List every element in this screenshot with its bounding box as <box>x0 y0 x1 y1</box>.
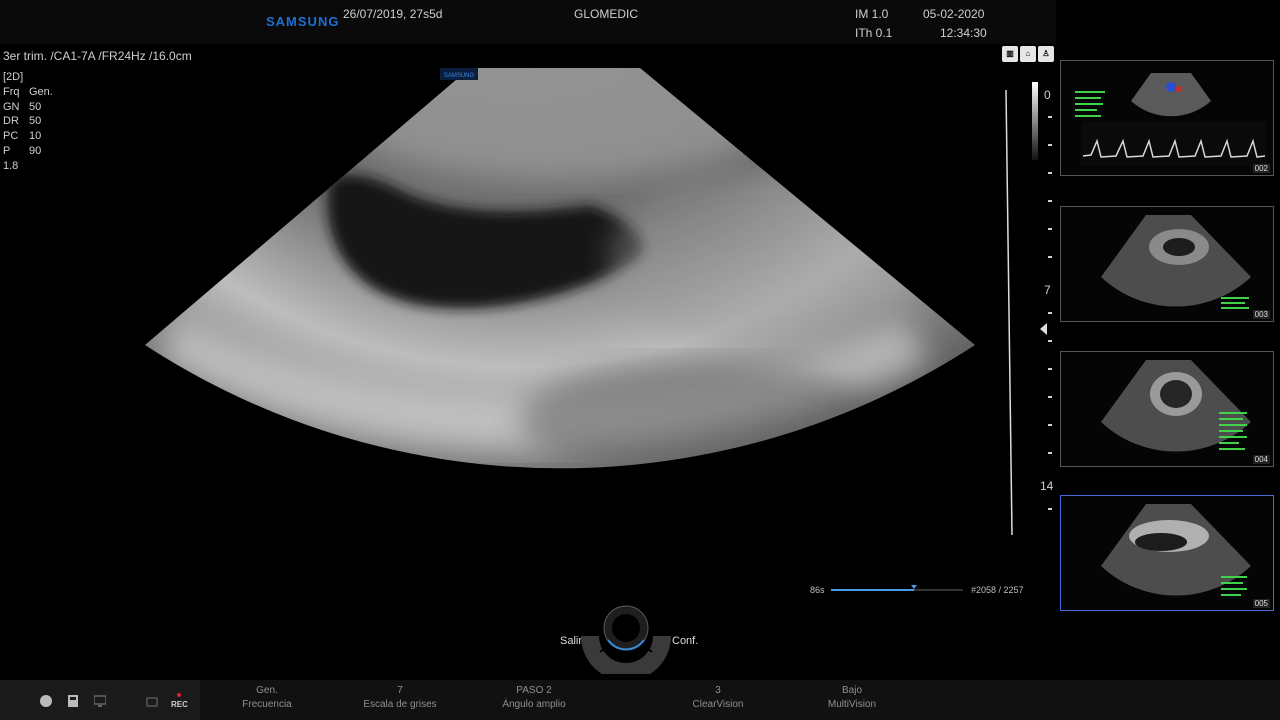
brand-logo: SAMSUNG <box>266 14 340 29</box>
scan-icon[interactable]: ⌂ <box>1020 46 1036 62</box>
patient-info: 26/07/2019, 27s5d <box>343 7 443 21</box>
thumbnail-003[interactable]: 003 <box>1060 206 1274 322</box>
trackball-icon[interactable] <box>580 600 672 674</box>
param-row: Frq Gen. <box>3 85 53 98</box>
rec-indicator-icon <box>177 693 181 697</box>
thermal-index: ITh 0.1 <box>855 26 893 40</box>
cine-slider-handle[interactable] <box>911 585 918 589</box>
exam-time: 12:34:30 <box>940 26 987 40</box>
record-circle-icon[interactable] <box>40 695 52 707</box>
softkey-wide-angle[interactable]: PASO 2 Ángulo amplio <box>474 684 594 712</box>
thumbnail-002[interactable]: 002 <box>1060 60 1274 176</box>
depth-label-0: 0 <box>1044 88 1051 102</box>
thumbnail-005[interactable]: 005 <box>1060 495 1274 611</box>
hospital-name: GLOMEDIC <box>574 7 639 21</box>
bmode-thumbnail-image <box>1101 215 1251 309</box>
cine-frame-counter: #2058 / 2257 <box>971 585 1024 595</box>
softkey-frequency[interactable]: Gen. Frecuencia <box>207 684 327 712</box>
doppler-thumbnail-image <box>1075 73 1266 166</box>
param-row: GN 50 <box>3 100 42 113</box>
cine-time: 86s <box>810 585 825 595</box>
probe-preset-line: 3er trim. /CA1-7A /FR24Hz /16.0cm <box>3 49 192 63</box>
param-row: [2D] <box>3 71 24 83</box>
bmode-thumbnail-image <box>1101 504 1251 596</box>
probe-logo: SAMSUNG <box>444 73 475 79</box>
ultrasound-image: SAMSUNG <box>145 68 1052 536</box>
imaging-parameters: [2D] Frq Gen. GN 50 DR 50 PC 10 P 90 1.8 <box>3 70 53 174</box>
softkey-clearvision[interactable]: 3 ClearVision <box>658 684 778 712</box>
thumbnail-label: 005 <box>1252 599 1270 608</box>
depth-label-14: 14 <box>1040 479 1054 493</box>
softkey-multivision[interactable]: Bajo MultiVision <box>792 684 912 712</box>
cine-slider-fill <box>831 589 915 591</box>
exam-date: 05-02-2020 <box>923 7 985 21</box>
network-icon[interactable] <box>146 695 158 707</box>
mechanical-index: IM 1.0 <box>855 7 889 21</box>
param-row: PC 10 <box>3 130 42 143</box>
thumbnail-label: 004 <box>1252 455 1270 464</box>
focus-marker-icon[interactable] <box>1040 323 1047 335</box>
param-row: P 90 <box>3 144 42 157</box>
rec-label: REC <box>171 700 188 709</box>
top-icon-group: ▥ ⌂ ♙ <box>1002 46 1054 62</box>
param-row: 1.8 <box>3 159 19 172</box>
depth-label-7: 7 <box>1044 283 1051 297</box>
trackball-exit-label[interactable]: Salir <box>560 635 582 647</box>
header-bar <box>0 0 1056 44</box>
bmode-thumbnail-image <box>1101 360 1251 452</box>
thumbnail-004[interactable]: 004 <box>1060 351 1274 467</box>
thumbnail-label: 002 <box>1252 164 1270 173</box>
softkey-grayscale[interactable]: 7 Escala de grises <box>340 684 460 712</box>
trackball-confirm-label[interactable]: Conf. <box>672 635 698 647</box>
param-row: DR 50 <box>3 115 42 128</box>
save-icon[interactable] <box>67 695 79 707</box>
monitor-icon[interactable] <box>94 695 106 707</box>
person-icon[interactable]: ♙ <box>1038 46 1054 62</box>
cine-slider[interactable] <box>831 585 963 591</box>
bar-icon[interactable]: ▥ <box>1002 46 1018 62</box>
thumbnail-label: 003 <box>1252 310 1270 319</box>
